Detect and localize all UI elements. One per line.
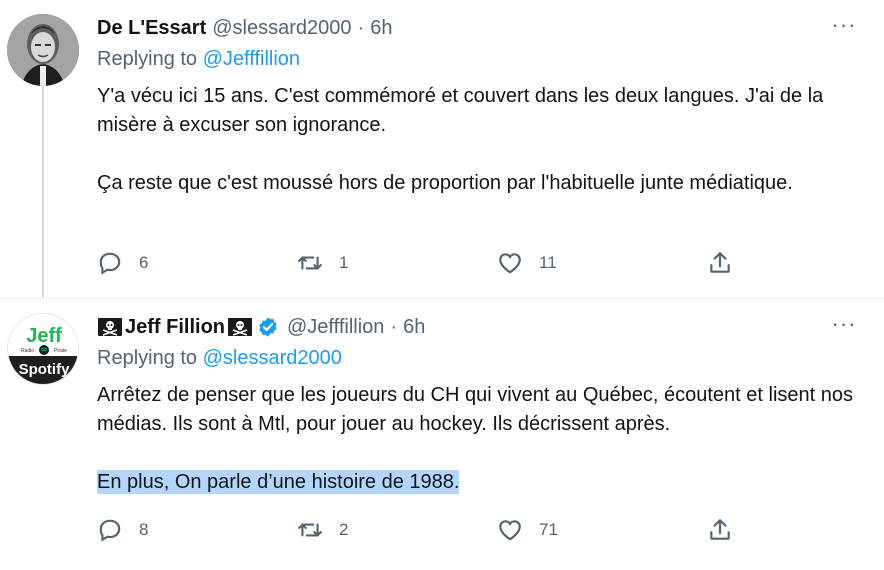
share-icon xyxy=(710,519,730,540)
selected-text: En plus, On parle d’une histoire de 1988… xyxy=(97,470,460,494)
reply-icon xyxy=(99,252,121,275)
share-button[interactable] xyxy=(707,250,733,276)
tweet[interactable]: De L'Essart @slessard2000 · 6h ··· Reply… xyxy=(0,0,884,298)
retweet-count: 2 xyxy=(339,520,349,539)
separator: · xyxy=(357,16,365,39)
share-button[interactable] xyxy=(707,517,733,543)
tweet-header: De L'Essart @slessard2000 · 6h xyxy=(97,14,864,42)
retweet-icon xyxy=(298,256,322,270)
display-name[interactable]: De L'Essart xyxy=(97,17,206,40)
portrait-photo xyxy=(7,14,79,86)
retweet-button[interactable]: 1 xyxy=(297,250,348,276)
more-horizontal-icon[interactable]: ··· xyxy=(824,14,864,42)
tweet-text: Y'a vécu ici 15 ans. C'est commémoré et … xyxy=(97,82,864,198)
avatar-small-text: Radio xyxy=(21,348,34,354)
share-icon xyxy=(710,252,730,273)
avatar-bottom-text: Spotify xyxy=(19,361,70,378)
thread-line xyxy=(42,86,44,298)
tweet-header: Jeff Fillion @Jefffillion · 6h xyxy=(97,313,864,341)
skull-crossbones-flag-icon xyxy=(228,318,252,336)
tweet-content: Jeff Fillion @Jefffillion · 6h ··· Reply… xyxy=(97,313,864,497)
timestamp[interactable]: 6h xyxy=(370,17,392,40)
tweet-paragraph: Y'a vécu ici 15 ans. C'est commémoré et … xyxy=(97,85,824,136)
replying-to: Replying to @slessard2000 xyxy=(97,347,864,375)
heart-icon xyxy=(499,253,521,274)
tweet-paragraph: Arrêtez de penser que les joueurs du CH … xyxy=(97,384,854,435)
verified-badge-icon[interactable] xyxy=(257,316,279,338)
retweet-button[interactable]: 2 xyxy=(297,517,348,543)
tweet-actions: 8 2 71 xyxy=(97,515,737,545)
avatar-top-text: Jeff xyxy=(26,325,62,347)
tweet-text: Arrêtez de penser que les joueurs du CH … xyxy=(97,381,864,497)
reply-button[interactable]: 8 xyxy=(97,517,148,543)
tweet[interactable]: Jeff Radio Pirate Spotify Jeff Fillion @… xyxy=(0,298,884,570)
spotify-avatar-logo: Jeff Radio Pirate Spotify xyxy=(8,314,78,384)
like-button[interactable]: 11 xyxy=(497,250,557,276)
display-name[interactable]: Jeff Fillion xyxy=(125,316,225,339)
replying-to-label: Replying to xyxy=(97,48,198,70)
mention-link[interactable]: @Jefffillion xyxy=(203,48,300,70)
like-count: 11 xyxy=(539,253,557,272)
replying-to: Replying to @Jefffillion xyxy=(97,48,864,76)
skull-crossbones-flag-icon xyxy=(98,318,122,336)
more-horizontal-icon[interactable]: ··· xyxy=(824,313,864,341)
retweet-icon xyxy=(298,523,322,537)
mention-link[interactable]: @slessard2000 xyxy=(203,347,342,369)
reply-count: 6 xyxy=(139,253,149,272)
reply-button[interactable]: 6 xyxy=(97,250,148,276)
timestamp[interactable]: 6h xyxy=(403,316,425,339)
avatar[interactable] xyxy=(7,14,79,86)
separator: · xyxy=(390,315,398,338)
tweet-paragraph: En plus, On parle d’une histoire de 1988… xyxy=(97,468,864,497)
avatar[interactable]: Jeff Radio Pirate Spotify xyxy=(7,313,79,385)
tweet-paragraph: Ça reste que c'est moussé hors de propor… xyxy=(97,172,793,194)
retweet-count: 1 xyxy=(339,253,349,272)
tweet-actions: 6 1 11 xyxy=(97,248,737,278)
tweet-content: De L'Essart @slessard2000 · 6h ··· Reply… xyxy=(97,14,864,198)
reply-icon xyxy=(99,519,121,542)
heart-icon xyxy=(499,520,521,541)
handle[interactable]: @Jefffillion xyxy=(287,316,384,339)
reply-count: 8 xyxy=(139,520,149,539)
replying-to-label: Replying to xyxy=(97,347,198,369)
like-button[interactable]: 71 xyxy=(497,517,558,543)
avatar-small-text: Pirate xyxy=(54,348,67,354)
handle[interactable]: @slessard2000 xyxy=(212,17,351,40)
like-count: 71 xyxy=(539,520,558,539)
